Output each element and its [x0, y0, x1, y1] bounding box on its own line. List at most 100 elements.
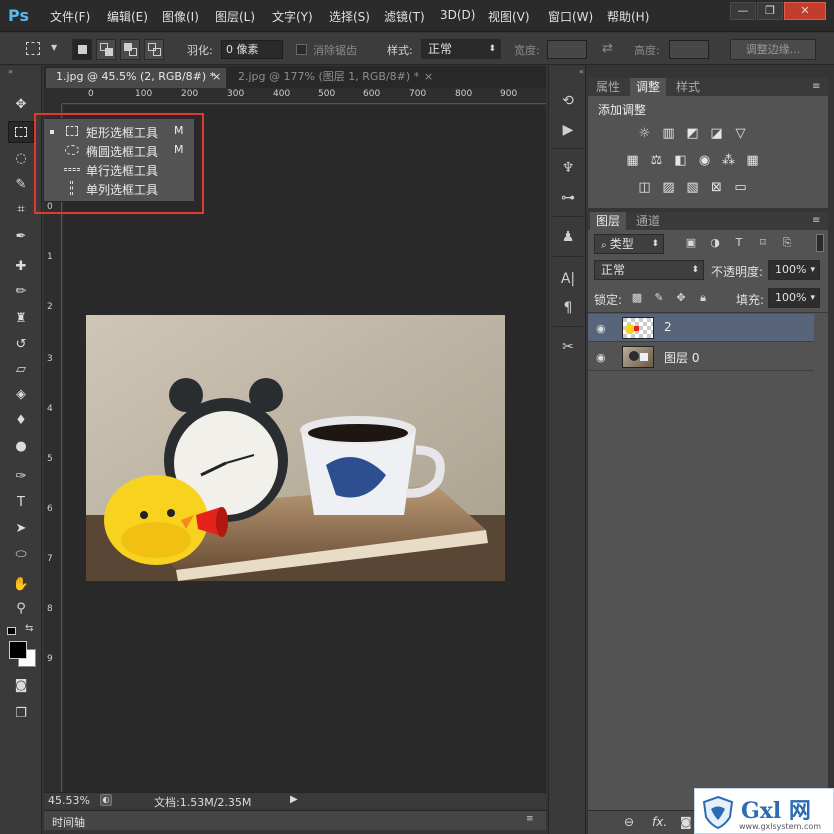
width-input[interactable]: [547, 40, 587, 59]
tab-adjustments[interactable]: 调整: [630, 78, 667, 96]
tab-styles[interactable]: 样式: [670, 78, 706, 96]
path-selection-tool-icon[interactable]: ➤: [8, 518, 34, 540]
tab-channels[interactable]: 通道: [630, 212, 666, 230]
opacity-input[interactable]: 100% ▾: [768, 260, 820, 280]
menu-window[interactable]: 窗口(W): [548, 8, 593, 25]
lock-position-icon[interactable]: ✥: [674, 291, 688, 305]
preset-chevron-down-icon[interactable]: ▼: [51, 43, 57, 52]
visibility-eye-icon[interactable]: ◉: [596, 322, 606, 335]
brush-tool-icon[interactable]: ✏: [8, 281, 34, 303]
dock-collapse-icon[interactable]: «: [579, 67, 584, 76]
layer-row-layer0[interactable]: ◉ 图层 0: [588, 343, 814, 371]
timeline-tab[interactable]: 时间轴: [52, 814, 85, 830]
new-selection-button[interactable]: [72, 39, 92, 60]
tool-presets-icon[interactable]: ✂: [557, 337, 579, 357]
history-brush-tool-icon[interactable]: ↺: [8, 334, 34, 356]
menu-select[interactable]: 选择(S): [329, 8, 370, 25]
layer-filter-select[interactable]: ⌕ 类型 ⬍: [594, 234, 664, 254]
filter-smart-object-icon[interactable]: ⎘: [780, 236, 794, 250]
tab-layers[interactable]: 图层: [590, 212, 627, 230]
visibility-eye-icon[interactable]: ◉: [596, 351, 606, 364]
color-lookup-icon[interactable]: ▦: [744, 153, 761, 168]
panel-menu-icon[interactable]: ≡: [812, 215, 820, 226]
layer-row-2[interactable]: ◉ 2: [588, 314, 814, 342]
feather-input[interactable]: 0 像素: [221, 40, 283, 59]
rectangular-marquee-tool-icon[interactable]: [8, 121, 34, 143]
menu-type[interactable]: 文字(Y): [272, 8, 313, 25]
eraser-tool-icon[interactable]: ▱: [8, 359, 34, 381]
tab-properties[interactable]: 属性: [590, 78, 626, 96]
dodge-tool-icon[interactable]: ●: [8, 436, 34, 458]
filter-pixel-icon[interactable]: ▣: [684, 236, 698, 250]
ellipse-shape-tool-icon[interactable]: ⬭: [8, 544, 34, 566]
color-balance-icon[interactable]: ⚖: [648, 153, 665, 168]
blur-tool-icon[interactable]: ♦: [8, 410, 34, 432]
tab-2jpg-close-icon[interactable]: ×: [424, 68, 433, 86]
panel-menu-icon[interactable]: ≡: [812, 81, 820, 92]
screen-mode-icon[interactable]: ❐: [8, 703, 34, 725]
layer-style-button[interactable]: fx.: [652, 815, 667, 829]
pen-tool-icon[interactable]: ✑: [8, 466, 34, 488]
tab-2jpg[interactable]: 2.jpg @ 177% (图层 1, RGB/8#) * ×: [228, 68, 438, 88]
layer-name[interactable]: 2: [664, 320, 672, 334]
menu-edit[interactable]: 编辑(E): [107, 8, 148, 25]
add-mask-icon[interactable]: ◙: [680, 815, 692, 829]
curves-icon[interactable]: ◩: [684, 126, 701, 141]
style-select[interactable]: 正常 ⬍: [421, 39, 501, 59]
filter-toggle[interactable]: [816, 234, 824, 252]
filter-adjustment-icon[interactable]: ◑: [708, 236, 722, 250]
lock-all-icon[interactable]: 🔒︎: [696, 291, 710, 305]
antialias-checkbox[interactable]: [296, 44, 307, 55]
collapse-chevron-icon[interactable]: »: [8, 67, 13, 76]
menu-file[interactable]: 文件(F): [50, 8, 90, 25]
paragraph-panel-icon[interactable]: ¶: [557, 298, 579, 318]
tab-1jpg[interactable]: 1.jpg @ 45.5% (2, RGB/8#) * ×: [46, 68, 226, 88]
filter-type-icon[interactable]: T: [732, 236, 746, 250]
levels-icon[interactable]: ▥: [660, 126, 677, 141]
quick-mask-icon[interactable]: ◙: [8, 675, 34, 697]
eyedropper-tool-icon[interactable]: ✒: [8, 226, 34, 248]
panel-menu-icon[interactable]: ≡: [526, 814, 534, 824]
hue-saturation-icon[interactable]: ▦: [624, 153, 641, 168]
add-selection-button[interactable]: [96, 39, 116, 60]
filter-shape-icon[interactable]: ⌑: [756, 236, 770, 250]
foreground-color-swatch[interactable]: [9, 641, 27, 659]
clone-stamp-tool-icon[interactable]: ♜: [8, 308, 34, 330]
refine-edge-button[interactable]: 调整边缘...: [730, 39, 816, 60]
type-tool-icon[interactable]: T: [8, 492, 34, 514]
tab-1jpg-close-icon[interactable]: ×: [212, 68, 221, 86]
menu-3d[interactable]: 3D(D): [440, 8, 475, 22]
brightness-contrast-icon[interactable]: ☼: [636, 126, 653, 141]
status-menu-arrow-icon[interactable]: ▶: [290, 794, 298, 805]
zoom-tool-icon[interactable]: ⚲: [8, 598, 34, 620]
clone-source-icon[interactable]: ♟: [557, 227, 579, 247]
subtract-selection-button[interactable]: [120, 39, 140, 60]
move-tool-icon[interactable]: ✥: [8, 94, 34, 116]
menu-help[interactable]: 帮助(H): [607, 8, 649, 25]
photo-filter-icon[interactable]: ◉: [696, 153, 713, 168]
zoom-level[interactable]: 45.53%: [48, 794, 90, 807]
history-panel-icon[interactable]: ⟲: [557, 91, 579, 111]
black-white-icon[interactable]: ◧: [672, 153, 689, 168]
invert-icon[interactable]: ◫: [636, 180, 653, 195]
exposure-icon[interactable]: ◪: [708, 126, 725, 141]
intersect-selection-button[interactable]: [144, 39, 164, 60]
vibrance-icon[interactable]: ▽: [732, 126, 749, 141]
status-info-icon[interactable]: ◐: [100, 794, 112, 806]
menu-layer[interactable]: 图层(L): [215, 8, 255, 25]
lock-pixels-icon[interactable]: ✎: [652, 291, 666, 305]
menu-filter[interactable]: 滤镜(T): [384, 8, 425, 25]
gradient-map-icon[interactable]: ▭: [732, 180, 749, 195]
actions-panel-icon[interactable]: ▶: [557, 120, 579, 140]
threshold-icon[interactable]: ▧: [684, 180, 701, 195]
hand-tool-icon[interactable]: ✋: [8, 574, 34, 596]
selective-color-icon[interactable]: ⊠: [708, 180, 725, 195]
restore-button[interactable]: ❐: [757, 2, 783, 20]
quick-selection-tool-icon[interactable]: ✎: [8, 174, 34, 196]
menu-image[interactable]: 图像(I): [162, 8, 199, 25]
menu-view[interactable]: 视图(V): [488, 8, 530, 25]
link-layers-icon[interactable]: ⊖: [624, 815, 634, 829]
blend-mode-select[interactable]: 正常 ⬍: [594, 260, 704, 280]
close-button[interactable]: ✕: [784, 2, 826, 20]
swap-colors-icon[interactable]: ⇆: [25, 623, 33, 634]
